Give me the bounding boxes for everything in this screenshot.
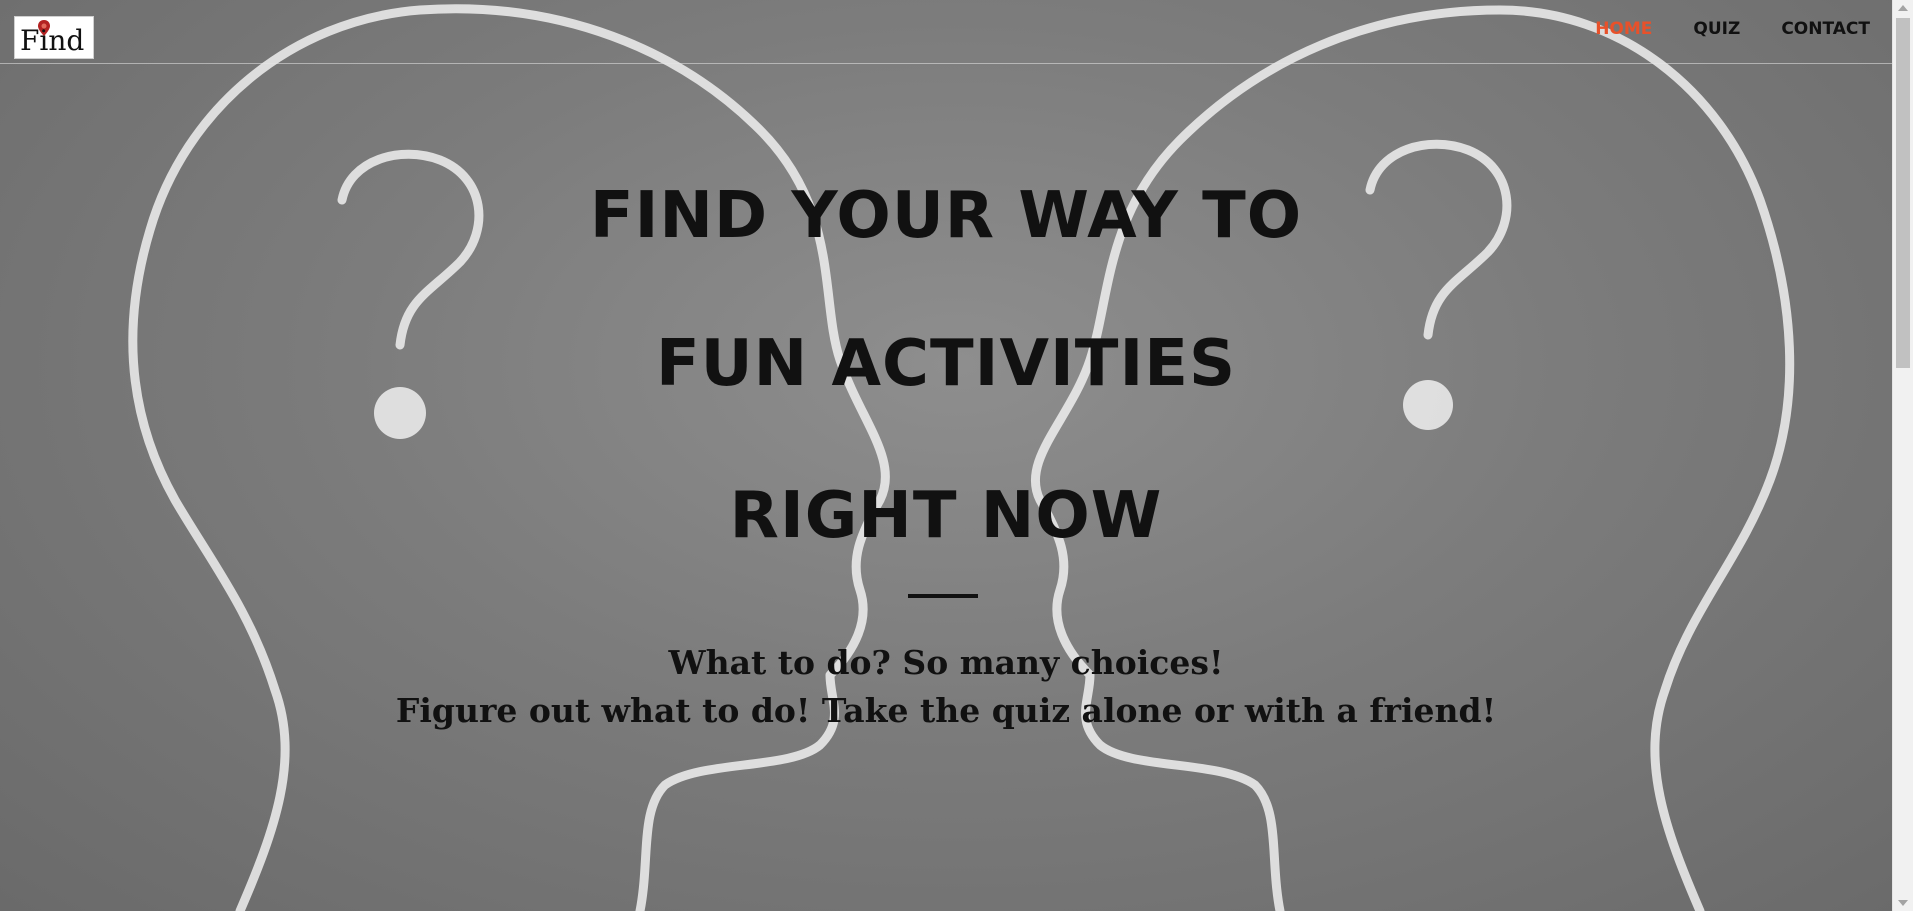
headline-divider [908, 594, 978, 598]
headline-line-3: RIGHT NOW [729, 479, 1163, 553]
headline-line-2: FUN ACTIVITIES [655, 327, 1237, 401]
headline-line-1: FIND YOUR WAY TO [589, 179, 1303, 253]
page: Find HOME QUIZ CONTACT FIND YOUR WAY TO … [0, 0, 1913, 911]
subtitle-line-1: What to do? So many choices! [668, 643, 1224, 682]
scroll-down-arrow-icon[interactable] [1898, 900, 1908, 906]
scroll-up-arrow-icon[interactable] [1898, 5, 1908, 11]
scrollbar-thumb[interactable] [1896, 18, 1910, 368]
page-scrollbar[interactable] [1892, 0, 1913, 911]
subtitle-line-2: Figure out what to do! Take the quiz alo… [395, 691, 1497, 730]
hero-section: FIND YOUR WAY TO FUN ACTIVITIES RIGHT NO… [0, 0, 1892, 911]
